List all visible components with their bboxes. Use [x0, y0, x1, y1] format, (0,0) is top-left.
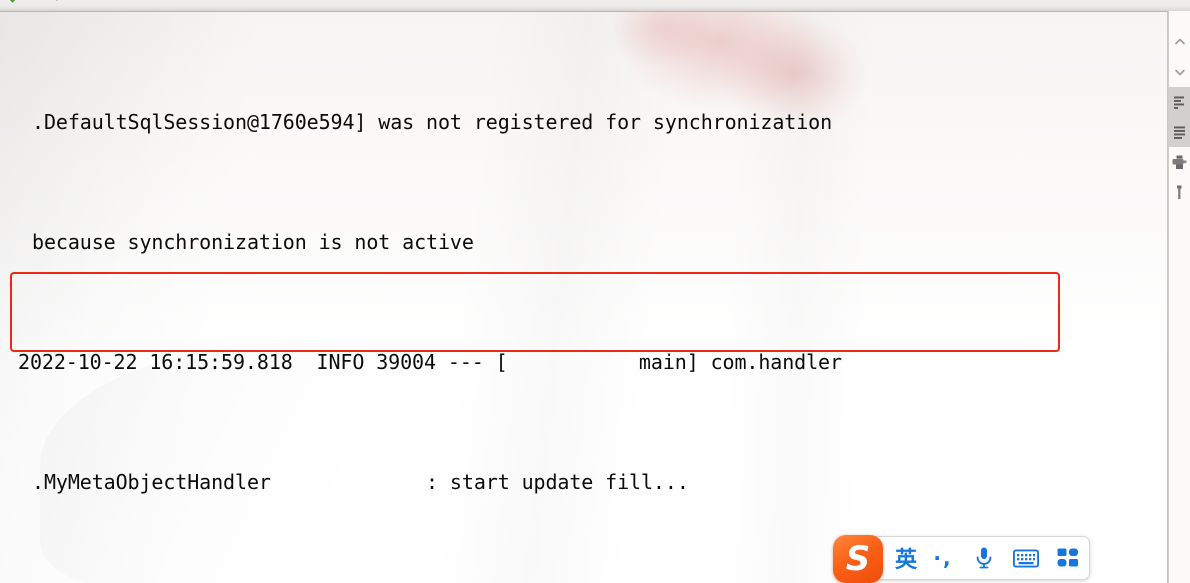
apps-grid-icon[interactable] — [1047, 537, 1089, 579]
log-line: .DefaultSqlSession@1760e594] was not reg… — [32, 110, 833, 134]
log-line: .MyMetaObjectHandler : start update fill… — [32, 470, 689, 494]
sogou-ime-toolbar[interactable]: S 英 ·, — [833, 535, 1090, 583]
console-toolbar-rail — [1168, 11, 1190, 583]
test-results-bar: Tests passed: 1 of 1 test – 10.000 ms — [0, 0, 1190, 11]
print-icon[interactable] — [1169, 147, 1190, 177]
console-log: .DefaultSqlSession@1760e594] was not reg… — [0, 12, 1167, 583]
log-line: 2022-10-22 16:15:59.818 INFO 39004 --- [… — [18, 350, 842, 374]
ime-punctuation-toggle-button[interactable]: ·, — [923, 537, 963, 579]
scroll-down-icon[interactable] — [1169, 57, 1190, 87]
microphone-icon[interactable] — [963, 537, 1005, 579]
soft-wrap-icon[interactable] — [1168, 87, 1190, 117]
green-check-icon — [10, 0, 21, 1]
use-console-input-filter-icon[interactable] — [1168, 117, 1190, 147]
ime-language-mode-button[interactable]: 英 — [889, 537, 923, 579]
settings-icon[interactable] — [1169, 177, 1190, 207]
keyboard-icon[interactable] — [1005, 537, 1047, 579]
test-results-label: Tests passed: 1 of 1 test — [27, 0, 146, 1]
log-line: because synchronization is not active — [32, 230, 474, 254]
scroll-up-icon[interactable] — [1169, 27, 1190, 57]
test-duration-label: – 10.000 ms — [152, 0, 213, 1]
sogou-logo-icon[interactable]: S — [833, 535, 883, 583]
console-output-panel[interactable]: .DefaultSqlSession@1760e594] was not reg… — [0, 11, 1168, 583]
